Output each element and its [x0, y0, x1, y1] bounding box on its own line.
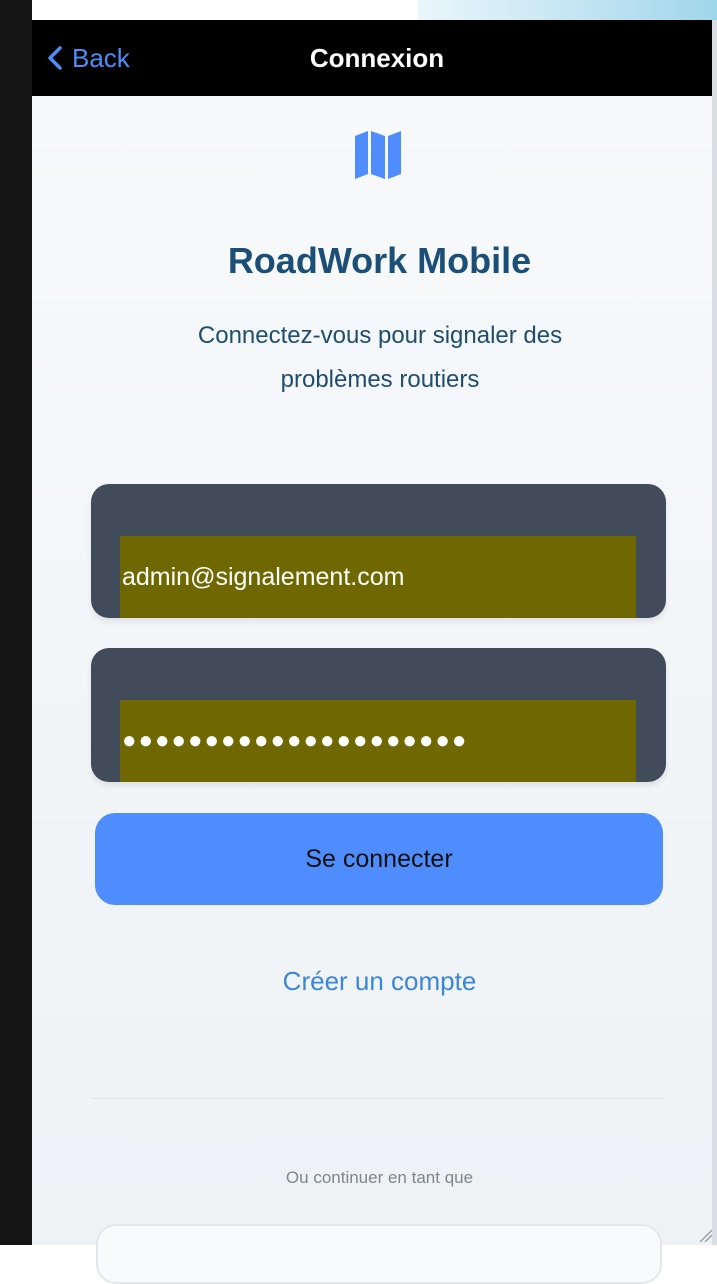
password-field[interactable]: [120, 700, 636, 782]
guest-login-button[interactable]: [96, 1224, 662, 1284]
back-label: Back: [72, 42, 130, 73]
back-button[interactable]: Back: [46, 20, 130, 96]
email-field[interactable]: [120, 536, 636, 618]
password-field-container: [91, 648, 666, 782]
chevron-left-icon: [48, 46, 62, 70]
email-field-container: [91, 484, 666, 618]
map-icon: [355, 131, 401, 179]
window-left-edge: [0, 0, 32, 1245]
divider: [91, 1098, 666, 1099]
window-top-accent: [418, 0, 717, 20]
app-subtitle: Connectez-vous pour signaler des problèm…: [197, 322, 563, 393]
create-account-link[interactable]: Créer un compte: [32, 966, 717, 997]
resize-grip-icon[interactable]: [698, 1228, 712, 1242]
window-right-edge: [712, 20, 717, 1245]
app-title: RoadWork Mobile: [227, 240, 532, 281]
login-button[interactable]: Se connecter: [95, 813, 663, 905]
nav-title: Connexion: [309, 42, 445, 73]
continue-as-label: Ou continuer en tant que: [285, 1168, 474, 1187]
